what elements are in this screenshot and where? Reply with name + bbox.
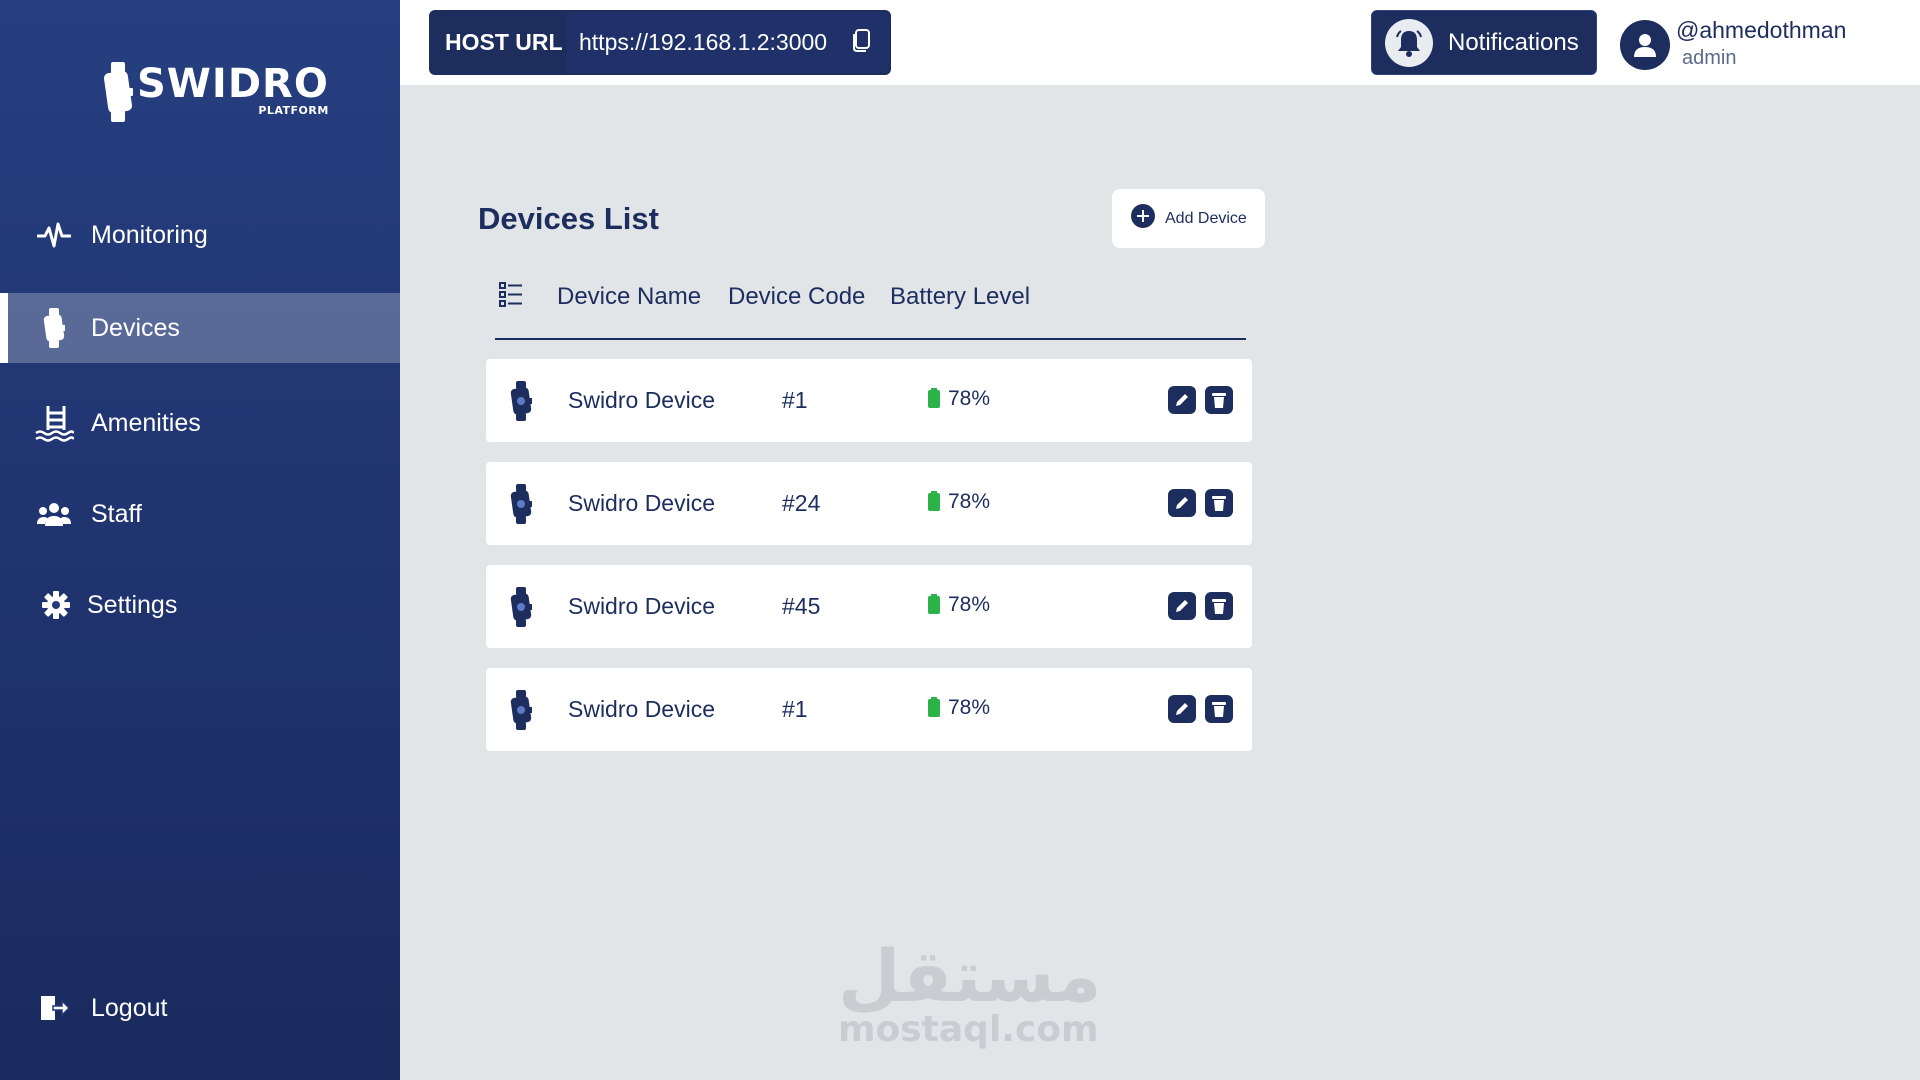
sidebar-item-label: Staff [91, 499, 142, 528]
brand-logo: SWIDRO PLATFORM [103, 62, 329, 122]
logout-icon [34, 988, 74, 1028]
table-row[interactable]: Swidro Device #24 78% [486, 462, 1252, 545]
trash-icon [1211, 700, 1227, 718]
sidebar-item-devices[interactable]: Devices [0, 293, 400, 363]
bell-icon [1385, 18, 1433, 67]
watermark-latin: mostaql.com [838, 1009, 1099, 1050]
delete-button[interactable] [1205, 695, 1233, 723]
add-device-label: Add Device [1165, 209, 1247, 227]
host-url-value: https://192.168.1.2:3000 [567, 12, 889, 73]
pulse-icon [34, 215, 74, 255]
logout-label: Logout [91, 993, 168, 1022]
gear-icon [36, 585, 76, 625]
trash-icon [1211, 494, 1227, 512]
device-icon [510, 690, 532, 735]
copy-icon[interactable] [851, 28, 871, 58]
edit-button[interactable] [1168, 592, 1196, 620]
pencil-icon [1174, 392, 1190, 408]
device-code: #24 [782, 490, 821, 516]
column-header-device-name[interactable]: Device Name [557, 283, 701, 311]
battery-icon [928, 491, 940, 516]
notifications-button[interactable]: Notifications [1371, 10, 1597, 75]
pencil-icon [1174, 495, 1190, 511]
device-name: Swidro Device [568, 387, 715, 413]
host-url-label: HOST URL [445, 29, 563, 55]
delete-button[interactable] [1205, 386, 1233, 414]
host-url-box: HOST URL https://192.168.1.2:3000 [429, 10, 891, 75]
list-icon [499, 282, 523, 313]
device-name: Swidro Device [568, 490, 715, 516]
delete-button[interactable] [1205, 592, 1233, 620]
delete-button[interactable] [1205, 489, 1233, 517]
watermark: مستقل mostaql.com [838, 934, 1102, 1050]
pool-icon [34, 403, 74, 443]
avatar [1620, 20, 1670, 70]
device-name: Swidro Device [568, 696, 715, 722]
logout-button[interactable]: Logout [0, 973, 400, 1043]
edit-button[interactable] [1168, 386, 1196, 414]
sidebar-item-label: Devices [91, 313, 180, 342]
device-code: #1 [782, 696, 808, 722]
brand-name: SWIDRO [137, 61, 329, 107]
edit-button[interactable] [1168, 695, 1196, 723]
table-row[interactable]: Swidro Device #1 78% [486, 359, 1252, 442]
host-url-text: https://192.168.1.2:3000 [579, 29, 828, 55]
plus-circle-icon [1131, 204, 1155, 233]
battery-level: 78% [948, 490, 991, 513]
watch-logo-icon [103, 62, 133, 122]
trash-icon [1211, 597, 1227, 615]
notifications-label: Notifications [1448, 28, 1579, 56]
sidebar-item-amenities[interactable]: Amenities [0, 388, 400, 458]
device-name: Swidro Device [568, 593, 715, 619]
sidebar-item-settings[interactable]: Settings [0, 570, 400, 640]
sidebar-item-monitoring[interactable]: Monitoring [0, 200, 400, 270]
users-icon [34, 494, 74, 534]
page-title: Devices List [478, 201, 659, 236]
sidebar-item-label: Amenities [91, 408, 201, 437]
battery-level: 78% [948, 387, 991, 410]
device-icon [34, 308, 74, 348]
table-header: Device Name Device Code Battery Level [495, 270, 1246, 340]
username: @ahmedothman [1676, 17, 1847, 43]
battery-level: 78% [948, 593, 991, 616]
user-profile[interactable]: @ahmedothman admin [1620, 14, 1846, 70]
battery-icon [928, 697, 940, 722]
trash-icon [1211, 391, 1227, 409]
watermark-arabic: مستقل [838, 934, 1102, 1018]
pencil-icon [1174, 598, 1190, 614]
brand-sub: PLATFORM [258, 104, 329, 117]
sidebar-item-staff[interactable]: Staff [0, 479, 400, 549]
add-device-button[interactable]: Add Device [1112, 189, 1265, 248]
device-icon [510, 381, 532, 426]
device-code: #1 [782, 387, 808, 413]
column-header-device-code[interactable]: Device Code [728, 283, 865, 311]
user-role: admin [1682, 47, 1737, 69]
device-icon [510, 587, 532, 632]
table-row[interactable]: Swidro Device #1 78% [486, 668, 1252, 751]
battery-level: 78% [948, 696, 991, 719]
table-row[interactable]: Swidro Device #45 78% [486, 565, 1252, 648]
battery-icon [928, 388, 940, 413]
sidebar-item-label: Settings [87, 590, 178, 619]
edit-button[interactable] [1168, 489, 1196, 517]
device-code: #45 [782, 593, 821, 619]
pencil-icon [1174, 701, 1190, 717]
device-icon [510, 484, 532, 529]
sidebar-item-label: Monitoring [91, 220, 208, 249]
column-header-battery-level[interactable]: Battery Level [890, 283, 1030, 311]
battery-icon [928, 594, 940, 619]
sidebar: SWIDRO PLATFORM Monitoring Devices Ameni… [0, 0, 400, 1080]
